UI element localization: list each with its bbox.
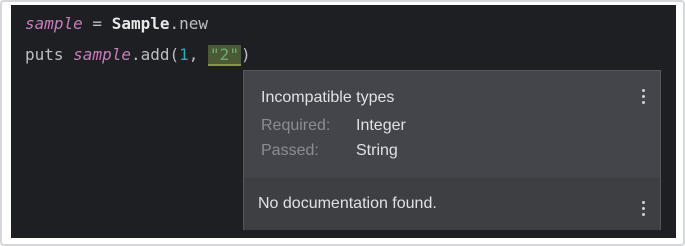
error-highlighted-string-argument[interactable]: "2" (208, 45, 241, 66)
more-vertical-icon[interactable] (640, 89, 646, 109)
separator-token: , (188, 45, 209, 64)
dot (641, 89, 645, 92)
method-token: .add( (130, 45, 180, 64)
number-argument: 1 (179, 45, 189, 64)
method-token: .new (169, 14, 209, 33)
dot (641, 95, 645, 98)
code-line-1[interactable]: sample = Sample.new (25, 13, 208, 35)
passed-value: String (356, 142, 398, 159)
popup-title: Incompatible types (261, 89, 395, 106)
popup-documentation-section: No documentation found. (244, 179, 660, 230)
class-name-token: Sample (111, 14, 170, 33)
code-line-2[interactable]: puts sample.add(1, "2") (25, 44, 251, 66)
assign-operator: = (82, 14, 112, 33)
dot (641, 101, 645, 104)
code-editor[interactable]: sample = Sample.new puts sample.add(1, "… (11, 5, 676, 238)
keyword-token: puts (25, 45, 74, 64)
variable-token: sample (25, 14, 83, 33)
required-label: Required: (261, 117, 331, 134)
passed-label: Passed: (261, 142, 319, 159)
popup-error-section: Incompatible types Required: Integer Pas… (244, 71, 660, 178)
window-frame: sample = Sample.new puts sample.add(1, "… (0, 0, 685, 246)
dot (641, 201, 645, 204)
dot (641, 207, 645, 210)
more-vertical-icon[interactable] (640, 201, 646, 221)
documentation-text: No documentation found. (258, 195, 437, 212)
required-value: Integer (356, 117, 406, 134)
variable-token: sample (73, 45, 131, 64)
close-paren-token: ) (240, 45, 251, 64)
inspection-popup: Incompatible types Required: Integer Pas… (243, 70, 661, 230)
dot (641, 213, 645, 216)
